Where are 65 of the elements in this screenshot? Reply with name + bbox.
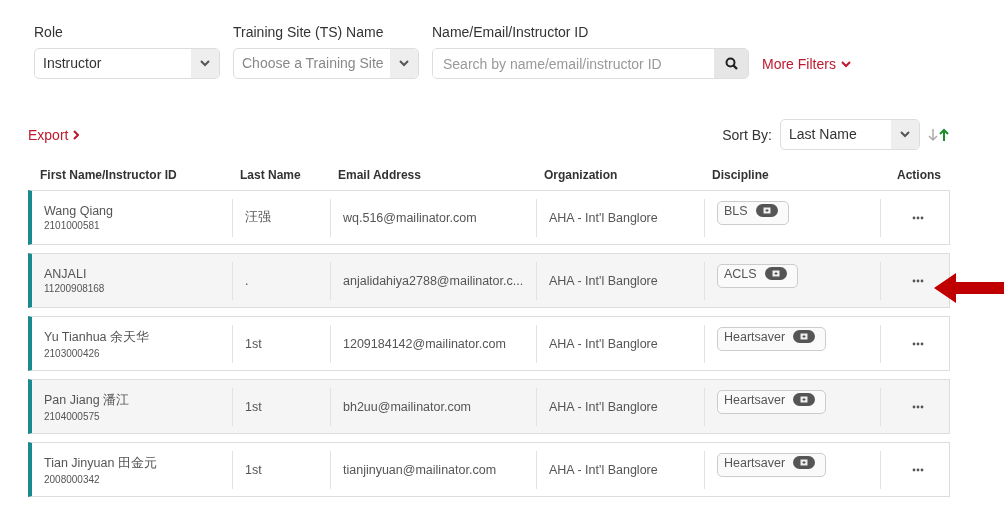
export-link[interactable]: Export (28, 126, 80, 143)
last-name: 汪强 (245, 209, 272, 226)
first-aid-kit-icon (755, 204, 778, 217)
select-field[interactable]: Choose a Training Site (233, 48, 419, 79)
email-address: anjalidahiya2788@mailinator.c... (343, 273, 525, 288)
sort-label: Sort By: (722, 126, 772, 143)
first-aid-kit-icon (793, 330, 816, 343)
organization: AHA - Int'l Banglore (549, 336, 659, 351)
discipline-tag: ACLS (717, 263, 798, 288)
first-name: Yu Tianhua 余天华 (44, 328, 151, 346)
first-name: Tian Jinyuan 田金元 (44, 454, 158, 472)
last-name: 1st (245, 462, 263, 477)
search-field[interactable]: Search by name/email/instructor ID (432, 48, 749, 79)
field-label: Name/Email/Instructor ID (432, 24, 590, 40)
email-address: wq.516@mailinator.com (343, 210, 478, 225)
email-address: 1209184142@mailinator.com (343, 336, 507, 351)
instructor-id: 2101000581 (44, 220, 101, 231)
column-header: Email Address (337, 168, 422, 182)
chevron-right-icon (73, 129, 80, 140)
more-icon[interactable] (911, 278, 924, 283)
column-header: Discipline (711, 168, 770, 182)
instructor-id: 2008000342 (44, 473, 101, 485)
email-address: bh2uu@mailinator.com (343, 399, 473, 414)
organization: AHA - Int'l Banglore (549, 399, 659, 414)
last-name: . (245, 273, 250, 288)
search-icon (724, 57, 738, 70)
search-button[interactable] (714, 49, 748, 78)
email-address: tianjinyuan@mailinator.com (343, 462, 498, 477)
last-name: 1st (245, 336, 263, 351)
chevron-down-icon (900, 131, 910, 138)
sort-select[interactable]: Last Name (780, 119, 920, 150)
more-icon[interactable] (911, 404, 924, 409)
discipline-tag: BLS (717, 200, 789, 225)
instructor-id: 2104000575 (44, 410, 101, 422)
first-aid-kit-icon (793, 393, 816, 406)
first-aid-kit-icon (764, 267, 787, 280)
column-header: First Name/Instructor ID (39, 168, 178, 182)
instructor-id: 11200908168 (44, 283, 106, 294)
column-header: Last Name (239, 168, 302, 182)
first-name: ANJALI (44, 267, 88, 281)
select-field[interactable]: Instructor (34, 48, 220, 79)
discipline-tag: Heartsaver (717, 326, 827, 351)
discipline-tag: Heartsaver (717, 452, 827, 477)
more-icon[interactable] (911, 341, 924, 346)
annotation-arrow (934, 273, 1004, 303)
discipline-tag: Heartsaver (717, 389, 827, 414)
more-icon[interactable] (911, 467, 924, 472)
more-filters-link[interactable]: More Filters (762, 56, 851, 72)
last-name: 1st (245, 399, 263, 414)
column-header: Organization (543, 168, 619, 182)
field-label: Training Site (TS) Name (233, 24, 385, 40)
field-label: Role (34, 24, 64, 40)
chevron-down-icon (200, 60, 210, 67)
more-icon[interactable] (911, 215, 924, 220)
chevron-down-icon (840, 60, 851, 68)
column-header: Actions (896, 168, 942, 182)
sort-order-icon[interactable] (928, 127, 950, 142)
organization: AHA - Int'l Banglore (549, 210, 659, 225)
first-name: Pan Jiang 潘江 (44, 391, 131, 409)
instructor-id: 2103000426 (44, 347, 101, 359)
organization: AHA - Int'l Banglore (549, 273, 659, 288)
first-name: Wang Qiang (44, 204, 115, 218)
organization: AHA - Int'l Banglore (549, 462, 659, 477)
chevron-down-icon (399, 60, 409, 67)
first-aid-kit-icon (793, 456, 816, 469)
